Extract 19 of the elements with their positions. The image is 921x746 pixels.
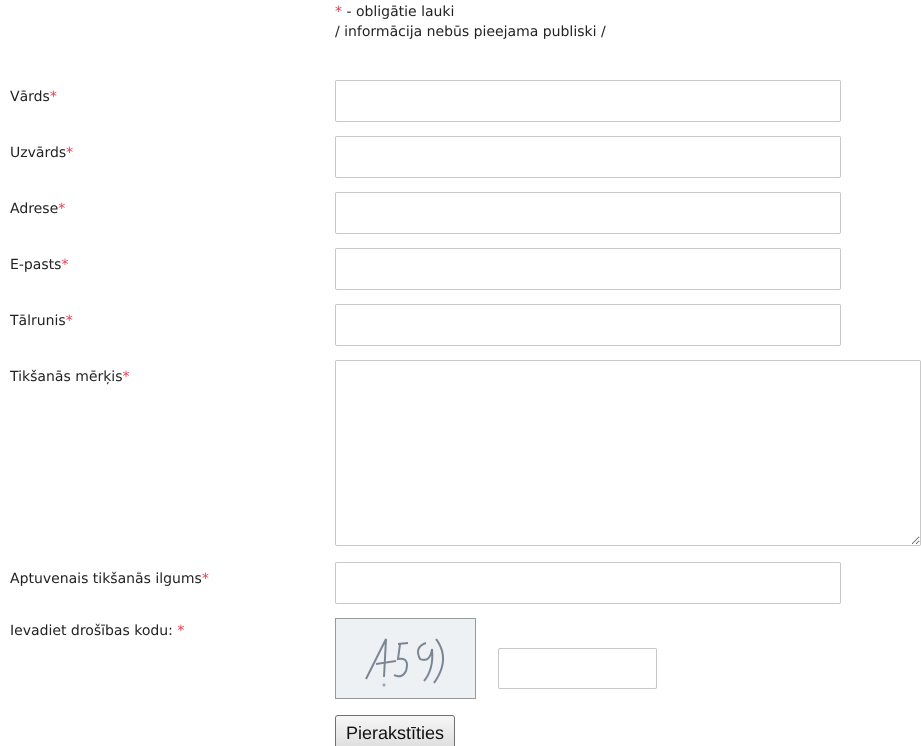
field-label: E-pasts* xyxy=(10,257,68,273)
required-legend: * - obligātie lauki xyxy=(335,2,454,22)
input-field[interactable] xyxy=(335,192,841,234)
input-field[interactable] xyxy=(335,136,841,178)
text-area[interactable] xyxy=(335,360,921,546)
input-field[interactable] xyxy=(335,80,841,122)
input-field[interactable] xyxy=(335,562,841,604)
field-label: Tālrunis* xyxy=(10,313,73,329)
field-label: Uzvārds* xyxy=(10,145,74,161)
input-field[interactable] xyxy=(335,248,841,290)
field-label: Vārds* xyxy=(10,89,57,105)
captcha-label: Ievadiet drošības kodu: * xyxy=(10,623,184,639)
privacy-note: / informācija nebūs pieejama publiski / xyxy=(335,23,606,42)
input-field[interactable] xyxy=(335,304,841,346)
field-label: Tikšanās mērķis* xyxy=(10,369,130,385)
captcha-input[interactable] xyxy=(498,648,657,689)
field-label: Aptuvenais tikšanās ilgums* xyxy=(10,571,209,587)
field-label: Adrese* xyxy=(10,201,66,217)
submit-button[interactable]: Pierakstīties xyxy=(335,715,456,746)
